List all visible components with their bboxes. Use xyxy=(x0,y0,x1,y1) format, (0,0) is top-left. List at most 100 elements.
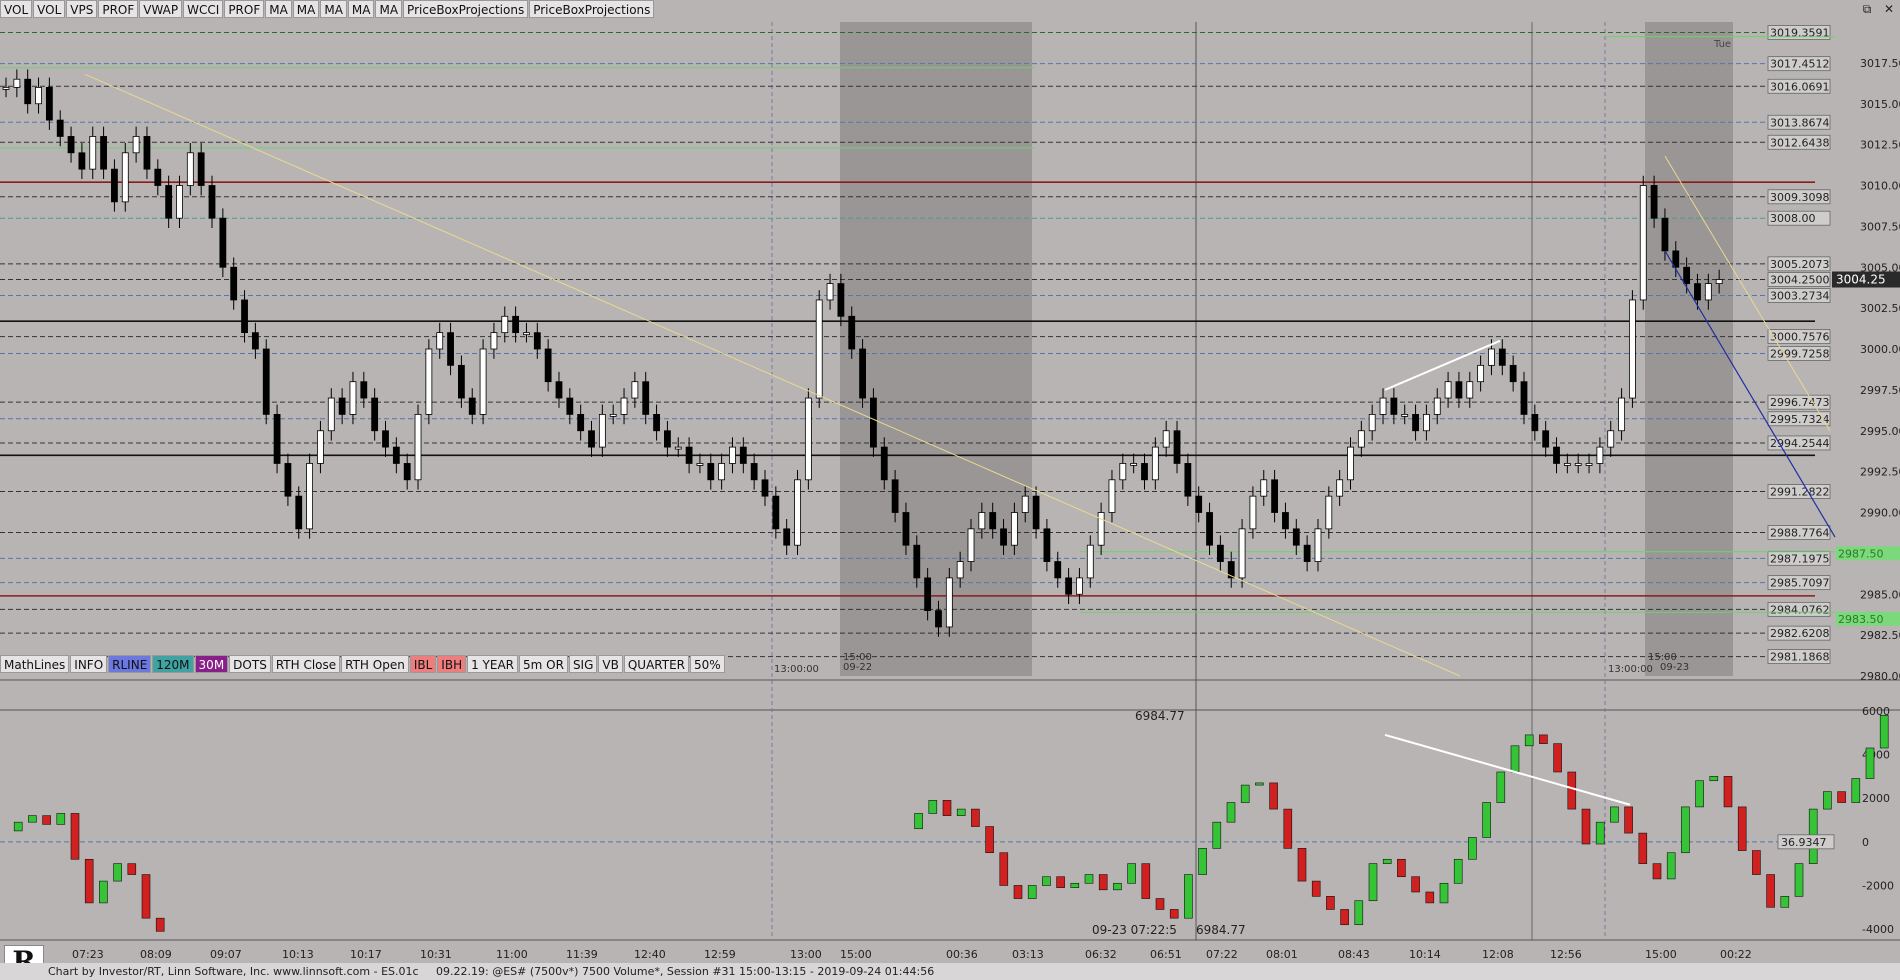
candle xyxy=(78,152,86,170)
osc-bar xyxy=(928,800,938,814)
osc-bar xyxy=(1169,909,1179,919)
candle xyxy=(1271,479,1279,513)
toolbar-bottom-button[interactable]: 50% xyxy=(690,655,725,673)
toolbar-bottom-button[interactable]: INFO xyxy=(70,655,108,673)
candle xyxy=(100,136,107,170)
candle xyxy=(1444,381,1452,399)
candle xyxy=(468,397,476,415)
toolbar-bottom-button[interactable]: IBL xyxy=(409,655,437,673)
candle xyxy=(1206,512,1213,546)
toolbar-bottom-button[interactable]: VB xyxy=(598,655,623,673)
osc-bar xyxy=(1070,882,1080,888)
candle xyxy=(197,152,205,186)
osc-bar xyxy=(1709,776,1719,782)
candle xyxy=(1423,413,1430,432)
price-level-label: 3016.0691 xyxy=(1770,80,1830,93)
candle xyxy=(1661,217,1669,252)
candle xyxy=(1401,413,1409,417)
y-tick-label: 3012.50 xyxy=(1860,139,1900,152)
candle xyxy=(1195,495,1203,513)
candle xyxy=(729,446,736,464)
candle xyxy=(1010,512,1018,546)
osc-bar xyxy=(1581,808,1591,845)
price-chart[interactable]: 3019.3591 3017.4512 3016.0691 3013.8674 3012… xyxy=(0,0,1900,963)
price-level-label: 3013.8674 xyxy=(1770,116,1830,129)
candle xyxy=(1563,463,1571,466)
toolbar-bottom-button[interactable]: SIG xyxy=(568,655,598,673)
candle xyxy=(1162,430,1170,448)
osc-bar xyxy=(1766,874,1775,908)
candle xyxy=(273,413,281,464)
y-tick-label: 3017.50 xyxy=(1860,57,1900,70)
toolbar-bottom-button[interactable]: 120M xyxy=(152,655,194,673)
osc-bar xyxy=(1141,863,1151,899)
osc-y-tick-label: -4000 xyxy=(1862,923,1894,936)
session-shade xyxy=(840,22,1032,676)
candle xyxy=(804,397,812,481)
candle xyxy=(1596,446,1604,464)
candle xyxy=(1260,479,1268,497)
x-tick-label: 12:56 xyxy=(1550,948,1582,961)
candle xyxy=(306,463,313,530)
candle xyxy=(772,495,780,530)
candle xyxy=(132,136,140,154)
price-level-label: 3008.00 xyxy=(1770,212,1816,225)
osc-bar xyxy=(1056,876,1065,888)
osc-annotation: 6984.77 xyxy=(1135,709,1185,723)
toolbar-bottom-button[interactable]: RTH Open xyxy=(341,655,409,673)
candle xyxy=(956,561,964,579)
candle xyxy=(870,397,877,448)
osc-bar xyxy=(1496,771,1506,803)
candle xyxy=(1694,283,1701,301)
y-tick-label: 2997.50 xyxy=(1860,384,1900,397)
x-tick-label: 07:22 xyxy=(1206,948,1238,961)
candle xyxy=(1379,397,1387,415)
y-tick-label: 2990.00 xyxy=(1860,507,1900,520)
candle xyxy=(1043,528,1051,562)
toolbar-bottom-button[interactable]: DOTS xyxy=(229,655,271,673)
osc-bar xyxy=(127,863,137,875)
candle xyxy=(176,185,183,219)
osc-bar xyxy=(1198,848,1207,875)
osc-bar xyxy=(1340,909,1349,926)
osc-bar xyxy=(1510,745,1520,773)
candle xyxy=(783,528,791,546)
candle xyxy=(230,266,238,301)
candle xyxy=(1054,561,1062,579)
osc-bar xyxy=(1042,876,1051,886)
x-tick-label: 08:09 xyxy=(140,948,172,961)
toolbar-bottom-button[interactable]: QUARTER xyxy=(623,655,690,673)
osc-y-tick-label: -2000 xyxy=(1862,879,1894,892)
toolbar-bottom-button[interactable]: IBH xyxy=(437,655,467,673)
candle xyxy=(1650,185,1658,219)
candle xyxy=(349,381,357,415)
toolbar-bottom-button[interactable]: 1 YEAR xyxy=(467,655,519,673)
osc-bar xyxy=(1539,734,1548,744)
candle xyxy=(631,381,639,399)
candle xyxy=(1325,495,1333,530)
candle xyxy=(761,479,769,497)
candle xyxy=(935,610,942,628)
toolbar-bottom-button[interactable]: 30M xyxy=(194,655,229,673)
osc-bar xyxy=(1851,778,1861,803)
toolbar-bottom-button[interactable]: MathLines xyxy=(0,655,70,673)
candle xyxy=(1151,446,1159,481)
osc-bar xyxy=(113,863,122,882)
session-label: 09-22 xyxy=(843,662,872,673)
toolbar-bottom-button[interactable]: RLINE xyxy=(108,655,152,673)
y-tick-label: 3002.50 xyxy=(1860,302,1900,315)
candle xyxy=(978,512,986,530)
y-tick-label: 3007.50 xyxy=(1860,220,1900,233)
toolbar-bottom-button[interactable]: RTH Close xyxy=(271,655,341,673)
candle xyxy=(457,364,465,399)
candle xyxy=(1498,348,1506,366)
toolbar-bottom-button[interactable]: 5m OR xyxy=(519,655,568,673)
candle xyxy=(1477,364,1485,383)
session-shade xyxy=(1645,22,1733,676)
y-tick-label: 2982.50 xyxy=(1860,629,1900,642)
candle xyxy=(1173,430,1181,464)
candle xyxy=(154,168,162,186)
price-level-label: 3005.2073 xyxy=(1770,258,1830,271)
x-tick-label: 12:59 xyxy=(704,948,736,961)
candle xyxy=(425,348,433,415)
